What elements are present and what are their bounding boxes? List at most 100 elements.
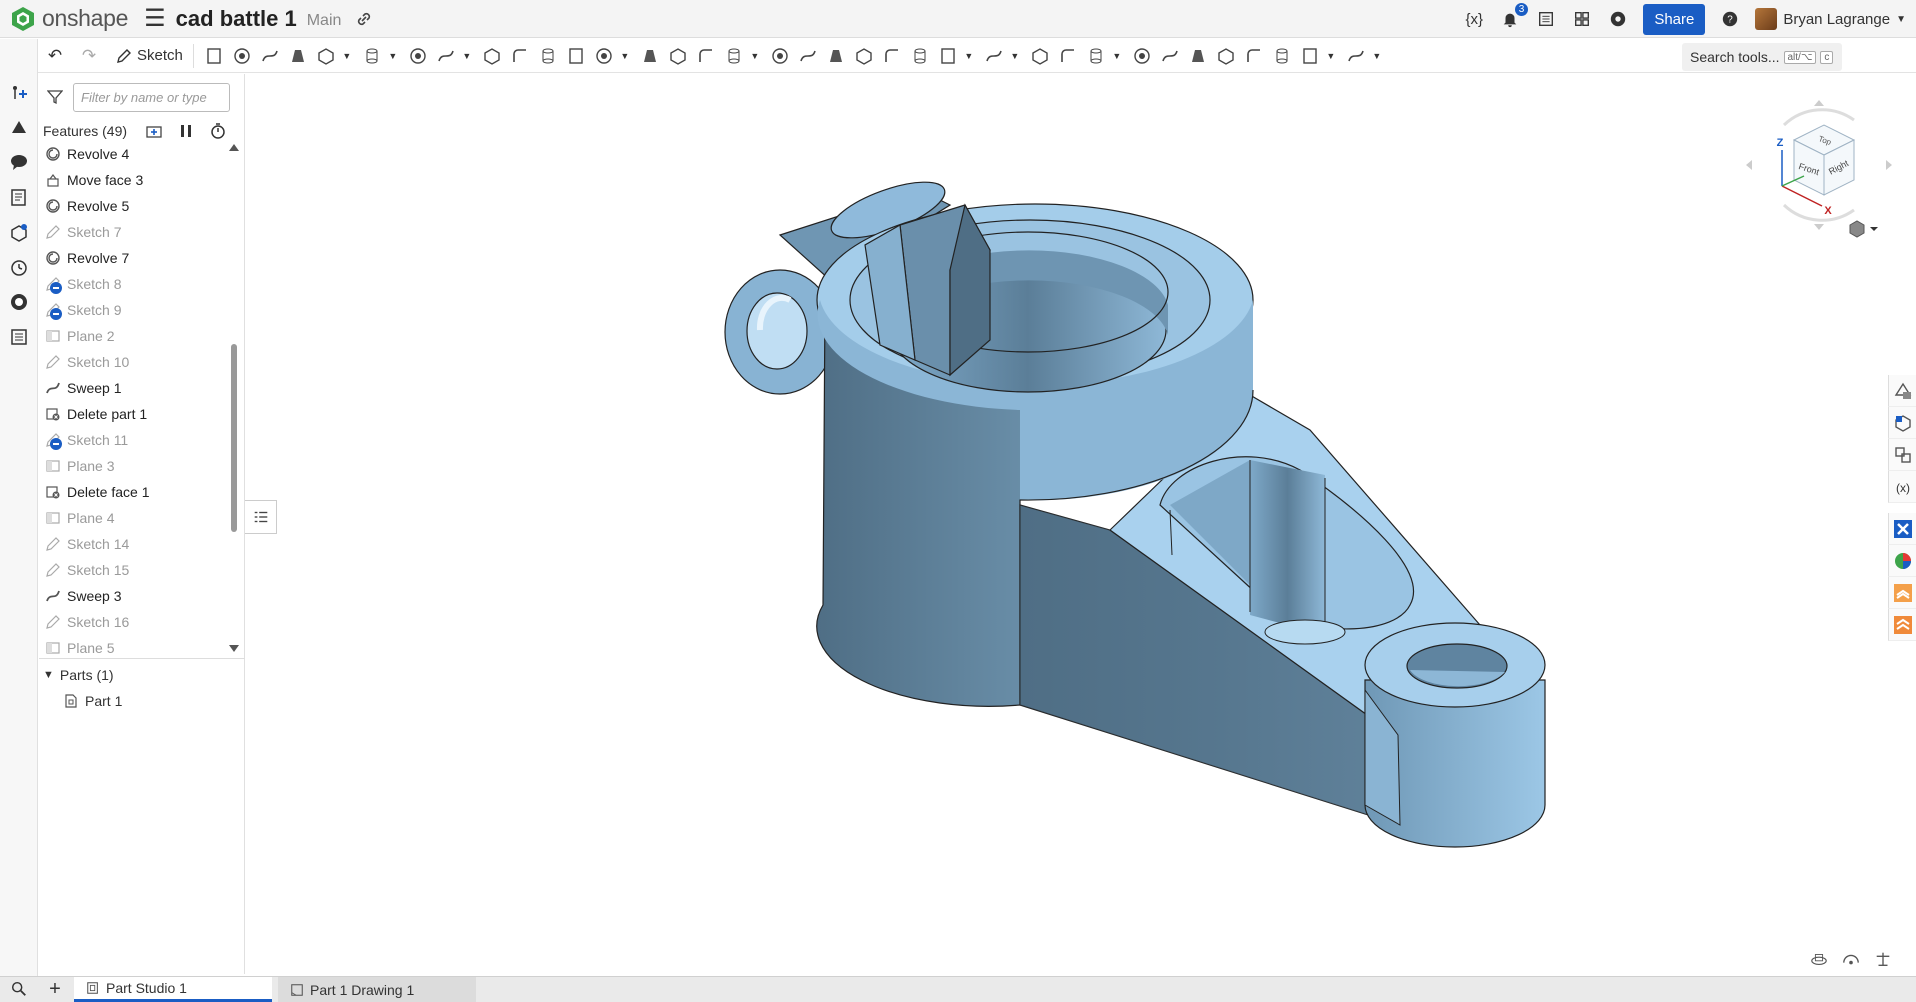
feature-item[interactable]: Sweep 3	[39, 583, 231, 609]
more-chevron-icon[interactable]: ▼	[618, 42, 632, 70]
variable-tool-icon[interactable]	[1082, 42, 1110, 70]
hole-tool-icon[interactable]	[534, 42, 562, 70]
move-face-tool-icon[interactable]	[850, 42, 878, 70]
boolean-tool-icon[interactable]	[664, 42, 692, 70]
cylinder-tool-icon[interactable]	[562, 42, 590, 70]
properties-icon[interactable]	[0, 319, 38, 354]
learning-center-icon[interactable]	[1607, 8, 1629, 30]
mirror-tool-icon[interactable]	[636, 42, 664, 70]
annotation-icon[interactable]	[1342, 42, 1370, 70]
feature-item[interactable]: Revolve 5	[39, 193, 231, 219]
assembly-tool-icon[interactable]	[1128, 42, 1156, 70]
tab-part-1-drawing-1[interactable]: Part 1 Drawing 1	[278, 977, 476, 1002]
plane-2-tool-icon[interactable]	[906, 42, 934, 70]
feature-item[interactable]: Plane 5	[39, 635, 231, 655]
add-tab-button[interactable]: +	[36, 977, 74, 1002]
insert-icon[interactable]	[0, 74, 38, 109]
layers-app-icon[interactable]	[1888, 577, 1916, 609]
stopwatch-icon[interactable]	[209, 122, 227, 140]
add-folder-icon[interactable]	[145, 122, 163, 140]
more-chevron-icon[interactable]: ▼	[1370, 42, 1384, 70]
search-tools-input[interactable]: Search tools... alt/⌥ c	[1682, 43, 1842, 71]
onshape-logo[interactable]: onshape	[10, 5, 128, 32]
surface-icon[interactable]	[1240, 42, 1268, 70]
redo-icon[interactable]: ↷	[72, 46, 106, 66]
undo-icon[interactable]: ↶	[38, 46, 72, 66]
sheet-metal-icon[interactable]	[1184, 42, 1212, 70]
scroll-thumb[interactable]	[231, 344, 237, 532]
color-wheel-icon[interactable]	[1888, 545, 1916, 577]
named-views-icon[interactable]	[1842, 950, 1860, 968]
variables-icon[interactable]: {x}	[1463, 8, 1485, 30]
chamfer-tool-icon[interactable]	[404, 42, 432, 70]
fit-spline-icon[interactable]	[1026, 42, 1054, 70]
feature-item[interactable]: Sketch 8	[39, 271, 231, 297]
filter-input[interactable]	[73, 82, 230, 112]
feature-item[interactable]: Plane 4	[39, 505, 231, 531]
link-icon[interactable]	[355, 10, 373, 28]
filter-icon[interactable]	[47, 89, 63, 105]
variables-panel-icon[interactable]: (x)	[1888, 471, 1916, 503]
replace-face-tool-icon[interactable]	[878, 42, 906, 70]
feature-list-scrollbar[interactable]	[229, 144, 239, 652]
feature-item[interactable]: Revolve 4	[39, 141, 231, 167]
helix-tool-icon[interactable]	[980, 42, 1008, 70]
feature-item[interactable]: Sketch 10	[39, 349, 231, 375]
help-icon[interactable]: ?	[1719, 8, 1741, 30]
document-title[interactable]: cad battle 1	[176, 6, 297, 32]
notes-icon[interactable]	[0, 179, 38, 214]
layers-app-2-icon[interactable]	[1888, 609, 1916, 641]
shell-tool-icon[interactable]	[506, 42, 534, 70]
feature-item[interactable]: Sketch 9	[39, 297, 231, 323]
feature-item[interactable]: Plane 2	[39, 323, 231, 349]
loft-tool-icon[interactable]	[284, 42, 312, 70]
view-options-icon[interactable]	[1846, 219, 1882, 239]
share-button[interactable]: Share	[1643, 3, 1706, 35]
sweep-tool-icon[interactable]	[256, 42, 284, 70]
split-tool-icon[interactable]	[692, 42, 720, 70]
feature-item[interactable]: Sketch 7	[39, 219, 231, 245]
view-cube[interactable]: Top Front Right Z X	[1744, 90, 1894, 230]
app-store-icon[interactable]	[1571, 8, 1593, 30]
more-chevron-icon[interactable]: ▼	[386, 42, 400, 70]
section-view-icon[interactable]	[1888, 407, 1916, 439]
display-mode-icon[interactable]	[1810, 950, 1828, 968]
notifications-icon[interactable]: 3	[1499, 3, 1529, 30]
feature-item[interactable]: Sketch 15	[39, 557, 231, 583]
more-chevron-icon[interactable]: ▼	[340, 42, 354, 70]
more-chevron-icon[interactable]: ▼	[1324, 42, 1338, 70]
thicken-tool-icon[interactable]	[312, 42, 340, 70]
scroll-up-icon[interactable]	[229, 144, 239, 151]
extend-icon[interactable]	[1296, 42, 1324, 70]
more-chevron-icon[interactable]: ▼	[460, 42, 474, 70]
feature-item[interactable]: Plane 3	[39, 453, 231, 479]
feature-item[interactable]: Sweep 1	[39, 375, 231, 401]
appearance-icon[interactable]	[0, 109, 38, 144]
more-chevron-icon[interactable]: ▼	[1110, 42, 1124, 70]
more-chevron-icon[interactable]: ▼	[962, 42, 976, 70]
draft-tool-icon[interactable]	[432, 42, 460, 70]
render-icon[interactable]	[1888, 375, 1916, 407]
transform-tool-icon[interactable]	[720, 42, 748, 70]
parts-header[interactable]: ▼ Parts (1)	[43, 664, 114, 686]
feature-item[interactable]: Sketch 14	[39, 531, 231, 557]
feature-item[interactable]: Delete face 1	[39, 479, 231, 505]
sketch-button[interactable]: Sketch	[106, 43, 194, 68]
part-item[interactable]: Part 1	[63, 690, 122, 712]
explode-view-icon[interactable]	[1888, 439, 1916, 471]
tab-part-studio-1[interactable]: Part Studio 1	[74, 977, 272, 1002]
tag-tool-icon[interactable]	[1156, 42, 1184, 70]
feature-item[interactable]: Sketch 11	[39, 427, 231, 453]
plane-tool-icon[interactable]	[200, 42, 228, 70]
menu-icon[interactable]: ☰	[144, 6, 166, 31]
modify-fillet-icon[interactable]	[794, 42, 822, 70]
graphics-viewport[interactable]: Top Front Right Z X	[246, 74, 1892, 974]
units-icon[interactable]	[1874, 950, 1892, 968]
rib-tool-icon[interactable]	[478, 42, 506, 70]
mate-connector-icon[interactable]	[934, 42, 962, 70]
feature-item[interactable]: Move face 3	[39, 167, 231, 193]
comments-icon[interactable]	[0, 144, 38, 179]
pause-icon[interactable]	[177, 122, 195, 140]
user-menu[interactable]: Bryan Lagrange ▼	[1755, 8, 1906, 30]
measure-icon[interactable]	[0, 284, 38, 319]
